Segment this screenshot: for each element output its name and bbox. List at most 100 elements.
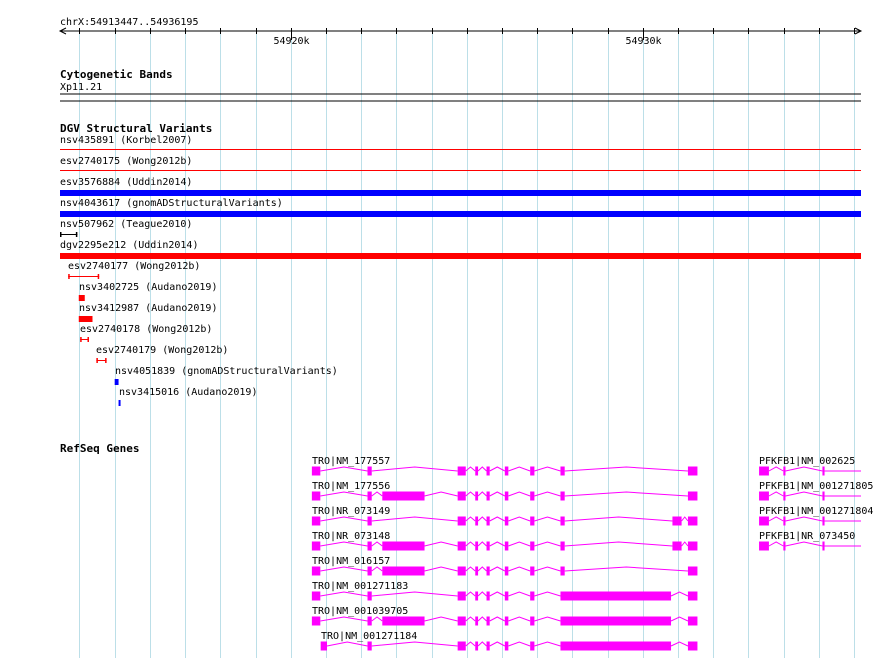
- refseq-transcript[interactable]: TRO|NM_001039705: [311, 606, 698, 626]
- refseq-transcript[interactable]: PFKFB1|NM_002625: [759, 456, 861, 476]
- refseq-intron: [371, 616, 383, 622]
- refseq-exon: [311, 491, 321, 501]
- dgv-feature-glyph: [60, 190, 861, 196]
- refseq-exon: [560, 566, 565, 576]
- refseq-transcript[interactable]: TRO|NM_177556: [311, 481, 698, 501]
- refseq-intron: [477, 641, 487, 647]
- dgv-feature-label: nsv3402725 (Audano2019): [79, 282, 217, 293]
- refseq-transcript[interactable]: PFKFB1|NM_001271805: [759, 481, 873, 501]
- refseq-intron: [785, 541, 823, 547]
- refseq-intron: [371, 541, 383, 547]
- dgv-feature[interactable]: nsv4043617 (gnomADStructuralVariants): [60, 198, 861, 217]
- refseq-exon: [382, 491, 425, 501]
- refseq-exon: [367, 466, 372, 476]
- dgv-feature[interactable]: nsv3402725 (Audano2019): [78, 282, 218, 301]
- refseq-intron: [320, 591, 368, 597]
- dgv-feature[interactable]: esv2740177 (Wong2012b): [68, 261, 200, 279]
- dgv-feature-glyph: [78, 295, 85, 301]
- refseq-exon: [560, 541, 565, 551]
- dgv-track[interactable]: DGV Structural Variants nsv435891 (Korbe…: [60, 122, 861, 406]
- refseq-exon: [672, 541, 682, 551]
- refseq-transcript[interactable]: PFKFB1|NM_001271804: [759, 506, 873, 526]
- refseq-intron: [508, 641, 531, 647]
- refseq-exon: [560, 516, 565, 526]
- dgv-feature-label: esv2740179 (Wong2012b): [96, 345, 228, 356]
- dgv-feature[interactable]: esv3576884 (Uddin2014): [60, 177, 861, 196]
- refseq-exon: [486, 566, 490, 576]
- refseq-exon: [457, 616, 466, 626]
- refseq-exon: [457, 516, 466, 526]
- refseq-exon: [560, 466, 565, 476]
- refseq-exon: [486, 466, 490, 476]
- refseq-track[interactable]: RefSeq Genes TRO|NM_177557 TRO|NM_177556 T…: [60, 442, 873, 651]
- dgv-feature-label: esv3576884 (Uddin2014): [60, 177, 192, 188]
- refseq-exon: [486, 491, 490, 501]
- refseq-transcript[interactable]: TRO|NR_073148: [311, 531, 698, 551]
- dgv-feature-label: nsv3415016 (Audano2019): [119, 387, 257, 398]
- refseq-intron: [424, 491, 458, 497]
- refseq-transcript[interactable]: TRO|NM_001271183: [311, 581, 698, 601]
- refseq-exon: [822, 516, 825, 526]
- refseq-exon: [759, 466, 769, 476]
- dgv-feature-label: nsv4051839 (gnomADStructuralVariants): [115, 366, 338, 377]
- ruler-tick-label: 54930k: [625, 36, 661, 47]
- refseq-exon: [783, 491, 786, 501]
- refseq-exon: [311, 591, 321, 601]
- refseq-intron: [371, 516, 458, 522]
- refseq-intron: [371, 641, 458, 647]
- refseq-exon: [530, 641, 535, 651]
- refseq-exon: [687, 516, 698, 526]
- dgv-feature[interactable]: esv2740175 (Wong2012b): [60, 156, 861, 171]
- dgv-track-title: DGV Structural Variants: [60, 122, 212, 135]
- refseq-exon: [367, 591, 372, 601]
- refseq-intron: [371, 466, 458, 472]
- ruler[interactable]: chrX:54913447..54936195 54920k 54930k: [58, 17, 863, 47]
- refseq-exon: [457, 641, 466, 651]
- refseq-exon: [687, 616, 698, 626]
- dgv-feature-label: nsv507962 (Teague2010): [60, 219, 192, 230]
- refseq-exon: [560, 616, 672, 626]
- refseq-transcript[interactable]: TRO|NM_001271184: [320, 631, 698, 651]
- genome-browser-view: chrX:54913447..54936195 54920k 54930k Cyt…: [58, 17, 873, 658]
- refseq-exon: [367, 541, 372, 551]
- refseq-exon: [560, 641, 672, 651]
- refseq-exon: [687, 466, 698, 476]
- refseq-transcript[interactable]: TRO|NM_177557: [311, 456, 698, 476]
- dgv-feature-glyph: [78, 316, 93, 322]
- refseq-intron: [534, 616, 561, 622]
- refseq-intron: [785, 466, 823, 472]
- refseq-intron: [477, 591, 487, 597]
- refseq-intron: [564, 491, 688, 497]
- dgv-feature[interactable]: esv2740178 (Wong2012b): [80, 324, 212, 342]
- dgv-feature[interactable]: nsv3415016 (Audano2019): [118, 387, 258, 406]
- refseq-exon: [311, 466, 321, 476]
- refseq-transcript[interactable]: TRO|NR_073149: [311, 506, 698, 526]
- refseq-intron: [477, 516, 487, 522]
- refseq-exon: [457, 566, 466, 576]
- dgv-feature[interactable]: nsv3412987 (Audano2019): [78, 303, 218, 322]
- dgv-feature[interactable]: nsv435891 (Korbel2007): [60, 135, 861, 150]
- refseq-intron: [371, 566, 383, 572]
- refseq-exon: [367, 491, 372, 501]
- dgv-feature[interactable]: nsv4051839 (gnomADStructuralVariants): [114, 366, 338, 385]
- refseq-intron: [768, 466, 784, 472]
- refseq-transcript-label: PFKFB1|NM_001271805: [759, 481, 873, 492]
- refseq-transcript[interactable]: PFKFB1|NR_073450: [759, 531, 861, 551]
- refseq-intron: [371, 491, 383, 497]
- refseq-exon: [486, 641, 490, 651]
- refseq-intron: [508, 541, 531, 547]
- refseq-exon: [530, 541, 535, 551]
- refseq-intron: [508, 591, 531, 597]
- refseq-transcript[interactable]: TRO|NM_016157: [311, 556, 698, 576]
- refseq-transcript-label: TRO|NM_177556: [312, 481, 390, 492]
- refseq-exon: [822, 466, 825, 476]
- refseq-exon: [311, 616, 321, 626]
- dgv-feature-glyph-end: [105, 358, 107, 363]
- refseq-intron: [508, 491, 531, 497]
- refseq-exon: [382, 616, 425, 626]
- cytoband-track[interactable]: Cytogenetic Bands Xp11.21: [60, 68, 861, 102]
- refseq-exon: [822, 541, 825, 551]
- cytoband-track-title: Cytogenetic Bands: [60, 68, 173, 81]
- refseq-intron: [371, 591, 458, 597]
- dgv-feature[interactable]: dgv2295e212 (Uddin2014): [60, 240, 861, 259]
